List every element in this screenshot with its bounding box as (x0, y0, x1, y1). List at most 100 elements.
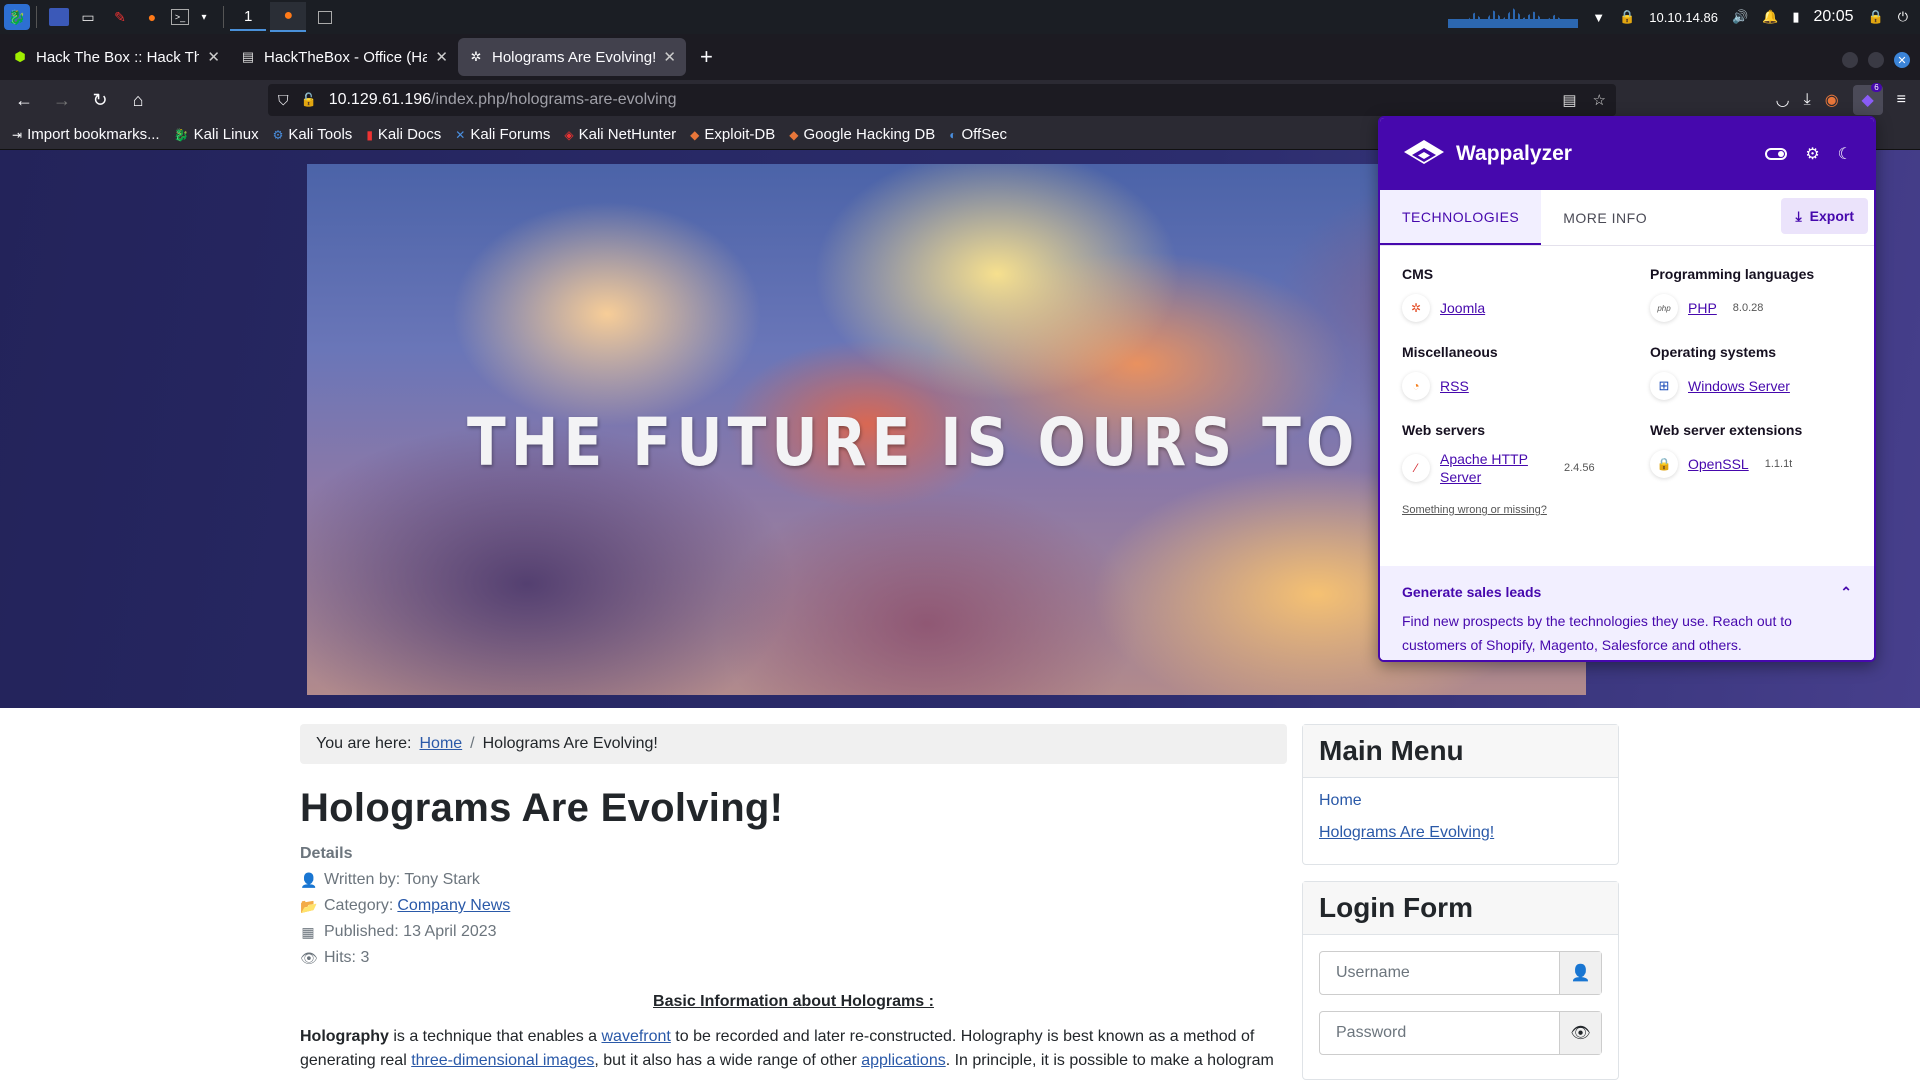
sales-leads-header[interactable]: Generate sales leads ⌃ (1402, 584, 1852, 601)
joomla-icon: ✲ (1402, 294, 1430, 322)
apache-feather-icon: ⁄ (1402, 454, 1430, 482)
breadcrumb-prefix: You are here: (316, 735, 412, 752)
power-icon[interactable]: ⏻ (1898, 9, 1908, 25)
technology-link[interactable]: PHP (1688, 299, 1717, 317)
technology-link[interactable]: RSS (1440, 377, 1469, 395)
category-cms: CMS ✲ Joomla (1402, 266, 1650, 322)
applications-link[interactable]: applications (861, 1052, 946, 1069)
article-title: Holograms Are Evolving! (300, 786, 784, 830)
something-wrong-link[interactable]: Something wrong or missing? (1380, 504, 1874, 516)
window-button[interactable] (318, 10, 333, 24)
tab-holograms[interactable]: ✲ Holograms Are Evolving! ✕ (458, 38, 686, 76)
bookmark-kali-nethunter[interactable]: ◈ Kali NetHunter (564, 126, 676, 143)
openssl-lock-icon: 🔒 (1650, 450, 1678, 478)
chevron-down-icon[interactable]: ▾ (191, 4, 217, 30)
tab-more-info[interactable]: MORE INFO (1541, 190, 1669, 245)
close-icon[interactable]: ✕ (207, 48, 220, 66)
show-password-eye-icon[interactable]: 👁 (1559, 1012, 1601, 1054)
user-icon: 👤 (300, 871, 318, 888)
calendar-icon: ▦ (301, 923, 315, 940)
password-input[interactable] (1320, 1012, 1559, 1054)
new-tab-button[interactable]: + (686, 44, 727, 70)
bold-term: Holography (300, 1028, 389, 1045)
nethunter-icon: ◈ (564, 127, 574, 142)
kali-docs-icon: ▮ (366, 127, 373, 142)
desktop-icon[interactable] (49, 8, 69, 26)
panel-separator (36, 6, 37, 28)
wavefront-link[interactable]: wavefront (601, 1028, 670, 1045)
workspace-switcher[interactable]: 1 (230, 4, 267, 31)
chevron-up-icon[interactable]: ⌃ (1840, 584, 1852, 601)
category-name: Programming languages (1650, 266, 1815, 282)
notification-bell-icon[interactable]: 🔔 (1762, 9, 1778, 25)
menu-item-holograms[interactable]: Holograms Are Evolving! (1319, 824, 1602, 842)
file-manager-icon[interactable]: ▭ (75, 4, 101, 30)
bookmark-kali-linux[interactable]: 🐉 Kali Linux (174, 126, 259, 143)
firefox-launcher-icon[interactable]: ● (139, 4, 165, 30)
technology-link[interactable]: OpenSSL (1688, 455, 1749, 473)
bookmark-exploit-db[interactable]: ◆ Exploit-DB (690, 126, 775, 143)
home-button[interactable]: ⌂ (120, 84, 156, 116)
url-bar[interactable]: ⛉ 🔓 10.129.61.196/index.php/holograms-ar… (268, 84, 1616, 116)
tab-technologies[interactable]: TECHNOLOGIES (1380, 190, 1542, 245)
lock-icon[interactable]: 🔓 (301, 92, 317, 108)
tab-title: HackTheBox - Office (Hard) (264, 48, 428, 66)
php-icon: php (1650, 294, 1678, 322)
technology-link[interactable]: Windows Server (1688, 377, 1790, 395)
window-close-button[interactable]: ✕ (1894, 52, 1910, 68)
close-icon[interactable]: ✕ (663, 48, 676, 66)
shield-icon[interactable]: ⛉ (278, 92, 289, 109)
reader-view-icon[interactable]: ▤ (1562, 91, 1576, 109)
technology-item: 🔒 OpenSSL 1.1.1t (1650, 450, 1870, 478)
kali-menu-icon[interactable]: 🐉 (4, 4, 30, 30)
terminal-icon[interactable]: >_ (171, 9, 189, 25)
minimize-button[interactable] (1842, 52, 1858, 68)
bookmark-kali-forums[interactable]: ✕ Kali Forums (455, 126, 550, 143)
lock-screen-icon[interactable]: 🔒 (1868, 9, 1884, 25)
export-button[interactable]: ⤓ Export (1781, 198, 1868, 234)
rss-icon: ◔ (1402, 372, 1430, 400)
username-input[interactable] (1320, 952, 1559, 994)
volume-icon[interactable]: 🔊 (1732, 9, 1748, 25)
technology-item: ✲ Joomla (1402, 294, 1650, 322)
toggle-icon[interactable] (1765, 148, 1788, 160)
pocket-icon[interactable]: ◡ (1776, 90, 1790, 110)
bookmark-ghdb[interactable]: ◆ Google Hacking DB (789, 126, 935, 143)
tab-hackthebox[interactable]: ⬢ Hack The Box :: Hack The Box ✕ (2, 38, 230, 76)
technology-version: 2.4.56 (1564, 462, 1595, 474)
extension-icon[interactable]: ◉ (1825, 90, 1839, 110)
forward-button[interactable]: → (44, 84, 80, 116)
bookmark-label: OffSec (961, 126, 1008, 143)
maximize-button[interactable] (1868, 52, 1884, 68)
close-icon[interactable]: ✕ (435, 48, 448, 66)
menu-item-home[interactable]: Home (1319, 792, 1602, 810)
technology-link[interactable]: Apache HTTP Server (1440, 450, 1540, 486)
tab-htb-office[interactable]: ▤ HackTheBox - Office (Hard) ✕ (230, 38, 458, 76)
bookmark-kali-docs[interactable]: ▮ Kali Docs (366, 126, 441, 143)
clock[interactable]: 20:05 (1813, 8, 1853, 26)
bookmark-kali-tools[interactable]: ⚙ Kali Tools (273, 126, 353, 143)
bookmark-label: Exploit-DB (704, 126, 776, 143)
breadcrumb: You are here: Home / Holograms Are Evolv… (300, 724, 1287, 764)
reload-button[interactable]: ↻ (82, 84, 118, 116)
bookmark-offsec[interactable]: ◐ OffSec (949, 126, 1007, 143)
3d-images-link[interactable]: three-dimensional images (411, 1052, 594, 1069)
url-text[interactable]: 10.129.61.196/index.php/holograms-are-ev… (329, 91, 677, 109)
dark-mode-moon-icon[interactable]: ☾ (1838, 144, 1852, 164)
hamburger-menu-icon[interactable]: ≡ (1897, 91, 1906, 109)
downloads-icon[interactable]: ⤓ (1804, 91, 1811, 109)
para-text: . In principle, it is possible to make a… (945, 1052, 1274, 1069)
wappalyzer-extension-button[interactable]: ◆ 6 (1852, 83, 1883, 115)
settings-gear-icon[interactable]: ⚙ (1805, 144, 1819, 164)
back-button[interactable]: ← (6, 84, 42, 116)
category-link[interactable]: Company News (397, 897, 510, 915)
wifi-icon[interactable]: ▼ (1592, 10, 1605, 25)
text-editor-icon[interactable]: ✎ (107, 4, 133, 30)
technology-link[interactable]: Joomla (1440, 299, 1485, 317)
panel-separator (223, 6, 224, 28)
battery-icon[interactable]: ▮ (1792, 9, 1799, 25)
bookmark-star-icon[interactable]: ☆ (1593, 91, 1606, 109)
breadcrumb-home-link[interactable]: Home (419, 735, 462, 753)
bookmark-import[interactable]: ⇥ Import bookmarks... (12, 126, 160, 143)
firefox-window-button[interactable]: ● (270, 2, 307, 32)
